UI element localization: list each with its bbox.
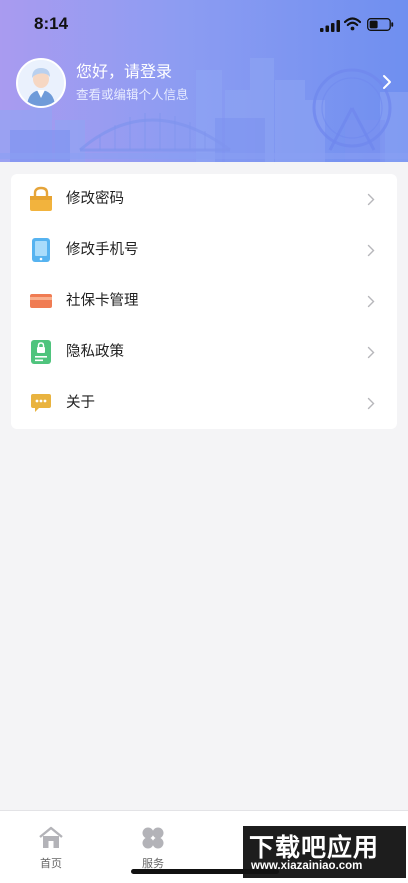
profile-info[interactable]: 您好，请登录 查看或编辑个人信息: [76, 61, 189, 104]
settings-menu: 修改密码 修改手机号 社保卡管理 隐私政策 关于: [11, 174, 397, 429]
watermark-title: 下载吧应用: [249, 833, 380, 862]
status-bar: 8:14: [0, 0, 408, 48]
status-time: 8:14: [34, 14, 69, 33]
menu-item-change-phone[interactable]: 修改手机号: [11, 225, 397, 276]
privacy-doc-icon: [31, 340, 51, 364]
menu-item-label: 隐私政策: [66, 344, 124, 360]
tab-home[interactable]: 首页: [11, 811, 91, 871]
avatar[interactable]: [16, 58, 66, 108]
chevron-right-icon[interactable]: [382, 74, 392, 90]
lock-icon: [30, 186, 52, 211]
menu-item-label: 修改手机号: [66, 242, 139, 258]
profile-subtitle: 查看或编辑个人信息: [76, 87, 189, 102]
phone-icon: [32, 238, 50, 262]
chevron-right-icon: [367, 397, 375, 410]
menu-item-label: 修改密码: [66, 191, 124, 207]
chat-bubble-icon: [31, 394, 51, 412]
profile-header: 8:14 您好，请登录 查看或编辑个人信息: [0, 0, 408, 162]
menu-item-change-password[interactable]: 修改密码: [11, 174, 397, 225]
menu-item-about[interactable]: 关于: [11, 378, 397, 429]
tab-label: 首页: [40, 857, 62, 870]
menu-item-label: 关于: [66, 395, 95, 411]
chevron-right-icon: [367, 244, 375, 257]
login-prompt[interactable]: 您好，请登录: [76, 61, 189, 83]
tab-services[interactable]: 服务: [113, 811, 193, 871]
home-indicator: [131, 869, 279, 874]
battery-icon: [367, 18, 394, 31]
services-icon: [142, 827, 164, 849]
home-icon: [39, 826, 63, 848]
cellular-signal-icon: [320, 20, 340, 32]
menu-item-privacy-policy[interactable]: 隐私政策: [11, 327, 397, 378]
chevron-right-icon: [367, 295, 375, 308]
card-icon: [30, 294, 52, 308]
chevron-right-icon: [367, 193, 375, 206]
wifi-icon: [344, 17, 361, 31]
menu-item-label: 社保卡管理: [66, 293, 139, 309]
chevron-right-icon: [367, 346, 375, 359]
user-avatar-icon: [18, 60, 64, 106]
menu-item-social-security-card[interactable]: 社保卡管理: [11, 276, 397, 327]
